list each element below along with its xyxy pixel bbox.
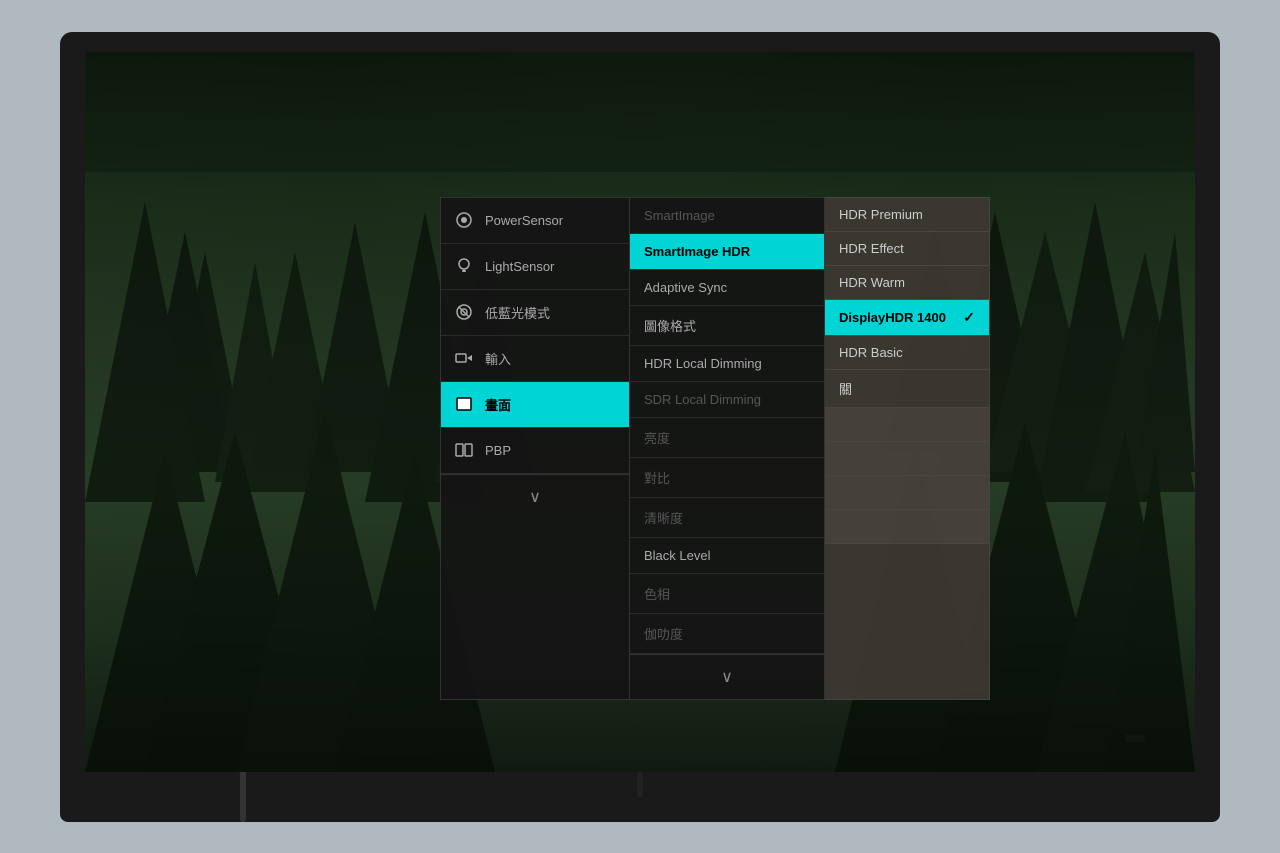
sidebar-item-low-blue[interactable]: 低藍光模式 [441, 290, 629, 336]
middle-color-label: 色相 [644, 584, 670, 603]
right-hdr-premium-label: HDR Premium [839, 207, 923, 222]
middle-black-level-label: Black Level [644, 548, 710, 563]
right-item-hdr-effect[interactable]: HDR Effect [825, 232, 989, 266]
right-item-hdr-premium[interactable]: HDR Premium [825, 198, 989, 232]
middle-sdr-local-dimming-label: SDR Local Dimming [644, 392, 761, 407]
right-off-label: 關 [839, 379, 852, 398]
pbp-icon [453, 439, 475, 461]
chevron-down-icon-middle: ∨ [721, 667, 733, 687]
right-item-empty1 [825, 408, 989, 442]
input-icon [453, 347, 475, 369]
middle-smartimage-label: SmartImage [644, 208, 715, 223]
right-item-hdr-basic[interactable]: HDR Basic [825, 336, 989, 370]
middle-image-format-label: 圖像格式 [644, 316, 696, 335]
middle-item-smartimage[interactable]: SmartImage [630, 198, 824, 234]
menu-left-panel: PowerSensor LightSensor [440, 197, 630, 700]
middle-gamma-label: 伽叻度 [644, 624, 683, 643]
chevron-down-icon-left: ∨ [529, 487, 541, 507]
middle-adaptive-sync-label: Adaptive Sync [644, 280, 727, 295]
sidebar-item-power-sensor[interactable]: PowerSensor [441, 198, 629, 244]
right-item-off[interactable]: 關 [825, 370, 989, 408]
low-blue-icon [453, 301, 475, 323]
middle-item-brightness[interactable]: 亮度 [630, 418, 824, 458]
monitor-stand [637, 772, 643, 797]
sidebar-item-input-label: 輸入 [485, 349, 511, 368]
monitor-body: PowerSensor LightSensor [60, 32, 1220, 822]
checkmark-icon: ✓ [963, 309, 975, 326]
middle-item-sharpness[interactable]: 清晰度 [630, 498, 824, 538]
lightbulb-icon [453, 255, 475, 277]
eye-icon [453, 209, 475, 231]
right-item-empty4 [825, 510, 989, 544]
sidebar-item-power-sensor-label: PowerSensor [485, 213, 563, 228]
middle-item-sdr-local-dimming[interactable]: SDR Local Dimming [630, 382, 824, 418]
right-hdr-warm-label: HDR Warm [839, 275, 905, 290]
picture-icon [453, 393, 475, 415]
middle-item-gamma[interactable]: 伽叻度 [630, 614, 824, 654]
menu-right-panel: HDR Premium HDR Effect HDR Warm DisplayH… [825, 197, 990, 700]
right-displayhdr-1400-label: DisplayHDR 1400 [839, 310, 946, 325]
sidebar-item-picture-label: 畫面 [485, 395, 511, 414]
middle-item-hdr-local-dimming[interactable]: HDR Local Dimming [630, 346, 824, 382]
middle-contrast-label: 對比 [644, 468, 670, 487]
menu-middle-panel: SmartImage SmartImage HDR Adaptive Sync … [630, 197, 825, 700]
middle-item-black-level[interactable]: Black Level [630, 538, 824, 574]
sidebar-item-low-blue-label: 低藍光模式 [485, 303, 550, 322]
osd-container: PowerSensor LightSensor [440, 197, 990, 700]
middle-item-color[interactable]: 色相 [630, 574, 824, 614]
middle-hdr-local-dimming-label: HDR Local Dimming [644, 356, 762, 371]
middle-brightness-label: 亮度 [644, 428, 670, 447]
middle-sharpness-label: 清晰度 [644, 508, 683, 527]
right-item-empty2 [825, 442, 989, 476]
sidebar-item-pbp[interactable]: PBP [441, 428, 629, 474]
middle-smartimage-hdr-label: SmartImage HDR [644, 244, 750, 259]
middle-item-smartimage-hdr[interactable]: SmartImage HDR [630, 234, 824, 270]
sidebar-item-pbp-label: PBP [485, 443, 511, 458]
right-item-empty3 [825, 476, 989, 510]
menu-left-footer[interactable]: ∨ [441, 474, 629, 519]
sidebar-item-light-sensor-label: LightSensor [485, 259, 554, 274]
right-item-hdr-warm[interactable]: HDR Warm [825, 266, 989, 300]
monitor-screen: PowerSensor LightSensor [85, 52, 1195, 772]
sidebar-item-light-sensor[interactable]: LightSensor [441, 244, 629, 290]
sidebar-item-input[interactable]: 輸入 [441, 336, 629, 382]
menu-middle-footer[interactable]: ∨ [630, 654, 824, 699]
right-item-displayhdr-1400[interactable]: DisplayHDR 1400 ✓ [825, 300, 989, 336]
middle-item-image-format[interactable]: 圖像格式 [630, 306, 824, 346]
right-hdr-basic-label: HDR Basic [839, 345, 903, 360]
monitor-feet-base [550, 797, 730, 811]
middle-item-contrast[interactable]: 對比 [630, 458, 824, 498]
middle-item-adaptive-sync[interactable]: Adaptive Sync [630, 270, 824, 306]
sidebar-item-picture[interactable]: 畫面 [441, 382, 629, 428]
right-hdr-effect-label: HDR Effect [839, 241, 904, 256]
